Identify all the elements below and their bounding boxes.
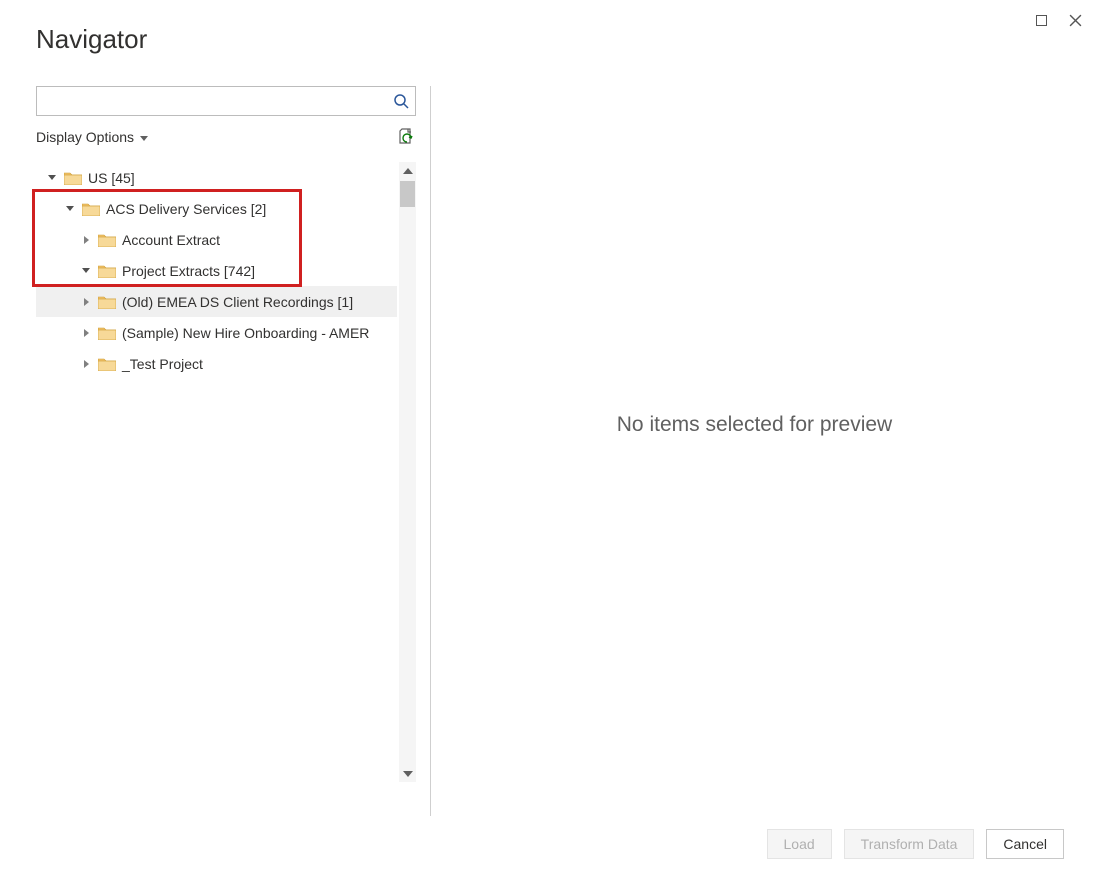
folder-icon: [82, 202, 100, 216]
expand-toggle[interactable]: [80, 265, 92, 277]
maximize-button[interactable]: [1036, 15, 1047, 26]
tree-node-account-extract[interactable]: Account Extract: [36, 224, 397, 255]
titlebar-controls: [1036, 0, 1100, 32]
preview-pane: No items selected for preview: [445, 86, 1064, 803]
expand-toggle[interactable]: [80, 358, 92, 370]
pane-divider: [430, 86, 431, 816]
search-icon: [387, 87, 415, 115]
tree-node-project-extracts[interactable]: Project Extracts [742]: [36, 255, 397, 286]
navigator-left-pane: Display Options: [36, 86, 416, 803]
scroll-thumb[interactable]: [400, 181, 415, 207]
chevron-down-icon: [140, 136, 148, 141]
cancel-button[interactable]: Cancel: [986, 829, 1064, 859]
options-row: Display Options: [36, 124, 416, 150]
folder-icon: [64, 171, 82, 185]
load-button[interactable]: Load: [767, 829, 832, 859]
scroll-up-arrow[interactable]: [399, 162, 416, 179]
tree-node-label: ACS Delivery Services [2]: [106, 201, 266, 217]
expand-toggle[interactable]: [80, 327, 92, 339]
tree-node-sample-onboarding[interactable]: (Sample) New Hire Onboarding - AMER: [36, 317, 397, 348]
folder-icon: [98, 295, 116, 309]
tree-node-label: (Sample) New Hire Onboarding - AMER: [122, 325, 369, 341]
folder-tree: US [45] ACS Delivery Services [2] Accoun…: [36, 162, 397, 803]
display-options-label: Display Options: [36, 129, 134, 145]
folder-icon: [98, 326, 116, 340]
search-input[interactable]: [37, 93, 387, 109]
transform-data-button[interactable]: Transform Data: [844, 829, 975, 859]
tree-node-old-emea[interactable]: (Old) EMEA DS Client Recordings [1]: [36, 286, 397, 317]
maximize-icon: [1036, 15, 1047, 26]
dialog-body: Display Options: [36, 86, 1064, 803]
folder-icon: [98, 264, 116, 278]
page-refresh-icon: [398, 128, 416, 146]
navigator-dialog: Navigator Display Options: [0, 0, 1100, 875]
tree-node-label: Account Extract: [122, 232, 220, 248]
tree-node-label: US [45]: [88, 170, 135, 186]
expand-toggle[interactable]: [80, 234, 92, 246]
folder-icon: [98, 233, 116, 247]
tree-node-us[interactable]: US [45]: [36, 162, 397, 193]
expand-toggle[interactable]: [80, 296, 92, 308]
scroll-down-arrow[interactable]: [399, 765, 416, 782]
expand-toggle[interactable]: [46, 172, 58, 184]
tree-scrollbar[interactable]: [399, 162, 416, 782]
dialog-footer: Load Transform Data Cancel: [767, 829, 1064, 859]
tree-node-label: _Test Project: [122, 356, 203, 372]
folder-icon: [98, 357, 116, 371]
page-title: Navigator: [36, 24, 147, 55]
close-icon: [1069, 14, 1082, 27]
tree-node-label: (Old) EMEA DS Client Recordings [1]: [122, 294, 353, 310]
scroll-track[interactable]: [399, 179, 416, 765]
expand-toggle[interactable]: [64, 203, 76, 215]
display-options-dropdown[interactable]: Display Options: [36, 129, 148, 145]
tree-node-label: Project Extracts [742]: [122, 263, 255, 279]
close-button[interactable]: [1069, 14, 1082, 27]
refresh-button[interactable]: [398, 128, 416, 146]
search-box[interactable]: [36, 86, 416, 116]
tree-node-test-project[interactable]: _Test Project: [36, 348, 397, 379]
tree-area: US [45] ACS Delivery Services [2] Accoun…: [36, 162, 416, 803]
preview-empty-message: No items selected for preview: [617, 413, 892, 437]
tree-node-acs-delivery-services[interactable]: ACS Delivery Services [2]: [36, 193, 397, 224]
